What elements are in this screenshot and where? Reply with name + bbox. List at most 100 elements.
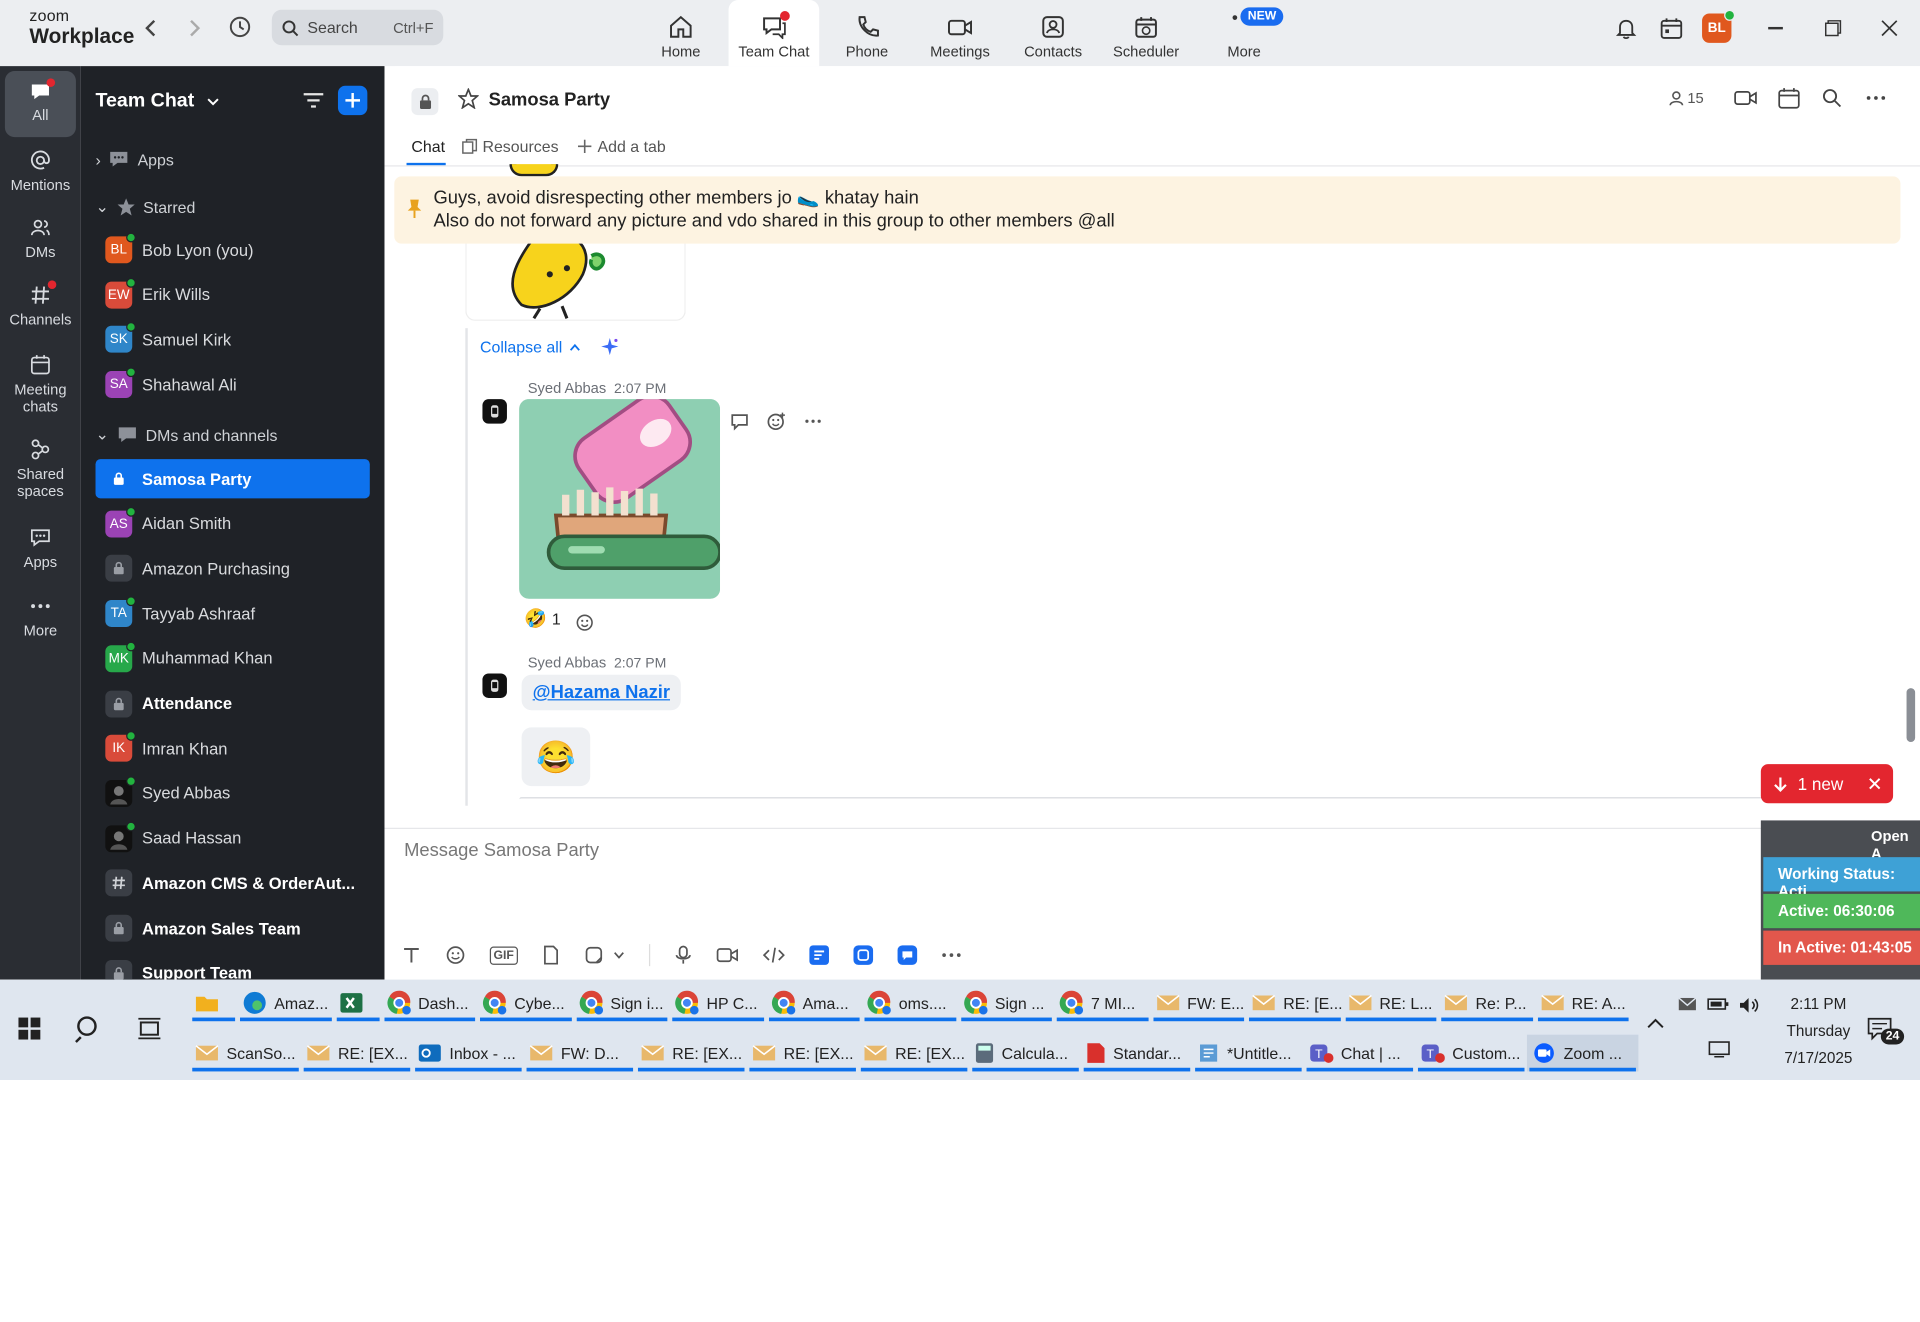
dm-item[interactable]: AS Aidan Smith: [96, 504, 370, 543]
starred-item[interactable]: SA Shahawal Ali: [96, 365, 370, 404]
file-icon[interactable]: [542, 945, 559, 965]
minimize-button[interactable]: [1768, 26, 1783, 29]
notification-center-icon[interactable]: 24: [1866, 1016, 1905, 1045]
emoji-message[interactable]: 😂: [521, 727, 591, 787]
nav-contacts[interactable]: Contacts: [1008, 0, 1099, 66]
history-icon[interactable]: [228, 15, 252, 39]
taskbar-app[interactable]: RE: A...: [1535, 984, 1631, 1022]
more-options-icon[interactable]: [1866, 96, 1886, 101]
close-window-button[interactable]: [1881, 20, 1898, 37]
compose-button[interactable]: [337, 85, 368, 116]
starred-section[interactable]: ⌄ Starred: [96, 197, 196, 217]
rail-meeting-chats[interactable]: Meeting chats: [0, 354, 81, 415]
star-icon[interactable]: [457, 88, 479, 109]
taskbar-app[interactable]: HP C...: [670, 984, 766, 1022]
nav-scheduler[interactable]: Scheduler: [1101, 0, 1192, 66]
collapse-all-button[interactable]: Collapse all: [480, 337, 620, 357]
taskbar-app[interactable]: Zoom ...: [1526, 1034, 1639, 1072]
calendar-icon[interactable]: [1659, 16, 1683, 40]
rail-shared-spaces[interactable]: Shared spaces: [0, 438, 81, 500]
search-box[interactable]: Search Ctrl+F: [271, 9, 444, 46]
scrollbar-thumb[interactable]: [1906, 688, 1916, 743]
taskbar-app[interactable]: Calcula...: [970, 1035, 1081, 1072]
sender-avatar[interactable]: [482, 399, 507, 424]
app-icon[interactable]: [897, 945, 917, 965]
mail-tray-icon[interactable]: [1678, 997, 1698, 1012]
taskbar-app[interactable]: RE: [EX...: [636, 1035, 747, 1072]
dm-item[interactable]: Saad Hassan: [96, 819, 370, 858]
apps-section[interactable]: › Apps: [96, 149, 174, 169]
back-arrow-icon[interactable]: [142, 18, 159, 38]
nav-team-chat[interactable]: Team Chat: [728, 0, 820, 67]
battery-icon[interactable]: [1707, 997, 1729, 1012]
taskbar-app[interactable]: Ama...: [766, 984, 862, 1022]
bell-icon[interactable]: [1614, 16, 1638, 40]
taskbar-app[interactable]: [334, 984, 382, 1022]
reply-thread-icon[interactable]: [730, 411, 750, 431]
taskbar-app[interactable]: Inbox - ...: [413, 1035, 524, 1072]
dm-item[interactable]: Amazon Purchasing: [96, 549, 370, 588]
filter-icon[interactable]: [302, 91, 324, 111]
dm-item[interactable]: Amazon Sales Team: [96, 909, 370, 948]
screenshot-button[interactable]: [584, 945, 624, 965]
sender-name[interactable]: Syed Abbas: [528, 654, 606, 671]
members-button[interactable]: 15: [1669, 89, 1704, 107]
dm-item[interactable]: Amazon CMS & OrderAut...: [96, 864, 370, 903]
taskbar-app[interactable]: T Custom...: [1416, 1035, 1527, 1072]
windows-start-icon[interactable]: [18, 1017, 41, 1040]
tab-resources[interactable]: Resources: [462, 137, 559, 156]
nav-more[interactable]: • NEW More: [1199, 0, 1290, 66]
rail-mentions[interactable]: Mentions: [0, 149, 81, 193]
text-format-icon[interactable]: [402, 945, 422, 965]
emoji-icon[interactable]: [446, 945, 466, 965]
taskbar-app[interactable]: RE: [EX...: [301, 1035, 412, 1072]
microphone-icon[interactable]: [674, 945, 691, 965]
starred-item[interactable]: BL Bob Lyon (you): [96, 230, 370, 269]
taskbar-app[interactable]: Standar...: [1081, 1035, 1192, 1072]
forward-arrow-icon[interactable]: [186, 18, 203, 38]
gif-icon[interactable]: GIF: [489, 945, 518, 965]
taskbar-app[interactable]: RE: L...: [1343, 984, 1439, 1022]
dm-item[interactable]: MK Muhammad Khan: [96, 639, 370, 678]
dm-item[interactable]: IK Imran Khan: [96, 729, 370, 768]
taskbar-app[interactable]: Amaz...: [238, 984, 334, 1022]
rail-all[interactable]: All: [4, 71, 76, 138]
message-input[interactable]: Message Samosa Party: [404, 840, 599, 861]
nav-phone[interactable]: Phone: [822, 0, 913, 66]
taskbar-app[interactable]: [190, 984, 238, 1022]
taskbar-app[interactable]: Sign i...: [574, 984, 670, 1022]
schedule-icon[interactable]: [1778, 87, 1800, 109]
app-icon[interactable]: [853, 945, 873, 965]
mention-link[interactable]: @Hazama Nazir: [521, 674, 682, 711]
video-clip-icon[interactable]: [716, 945, 738, 965]
taskbar-app[interactable]: Dash...: [381, 984, 477, 1022]
add-reaction-icon[interactable]: [576, 612, 596, 632]
starred-item[interactable]: SK Samuel Kirk: [96, 320, 370, 359]
taskbar-app[interactable]: FW: D...: [524, 1035, 635, 1072]
code-snippet-icon[interactable]: [762, 945, 785, 965]
video-call-icon[interactable]: [1734, 88, 1758, 108]
taskbar-app[interactable]: Sign ...: [958, 984, 1054, 1022]
tab-add[interactable]: Add a tab: [577, 137, 666, 156]
search-icon[interactable]: [75, 1014, 104, 1043]
taskbar-app[interactable]: T Chat | ...: [1304, 1035, 1415, 1072]
rail-dms[interactable]: DMs: [0, 217, 81, 261]
user-avatar[interactable]: BL: [1702, 9, 1736, 43]
sender-name[interactable]: Syed Abbas: [528, 380, 606, 397]
taskbar-app[interactable]: RE: [E...: [1247, 984, 1343, 1022]
ai-sparkle-icon[interactable]: [600, 337, 620, 357]
taskbar-app[interactable]: RE: [EX...: [858, 1035, 969, 1072]
volume-icon[interactable]: [1739, 997, 1761, 1014]
search-icon[interactable]: [1822, 88, 1842, 108]
channel-title[interactable]: Samosa Party: [489, 89, 611, 110]
tab-chat[interactable]: Chat: [411, 137, 445, 155]
close-icon[interactable]: [1869, 778, 1881, 790]
pinned-message[interactable]: Guys, avoid disrespecting other members …: [394, 176, 1901, 244]
new-messages-pill[interactable]: 1 new: [1760, 764, 1894, 804]
taskbar-app[interactable]: Re: P...: [1439, 984, 1535, 1022]
taskbar-app[interactable]: Cybe...: [478, 984, 574, 1022]
rail-channels[interactable]: Channels: [0, 280, 81, 328]
sender-avatar[interactable]: [482, 673, 507, 698]
display-icon[interactable]: [1708, 1041, 1730, 1058]
taskbar-app[interactable]: FW: E...: [1150, 984, 1246, 1022]
